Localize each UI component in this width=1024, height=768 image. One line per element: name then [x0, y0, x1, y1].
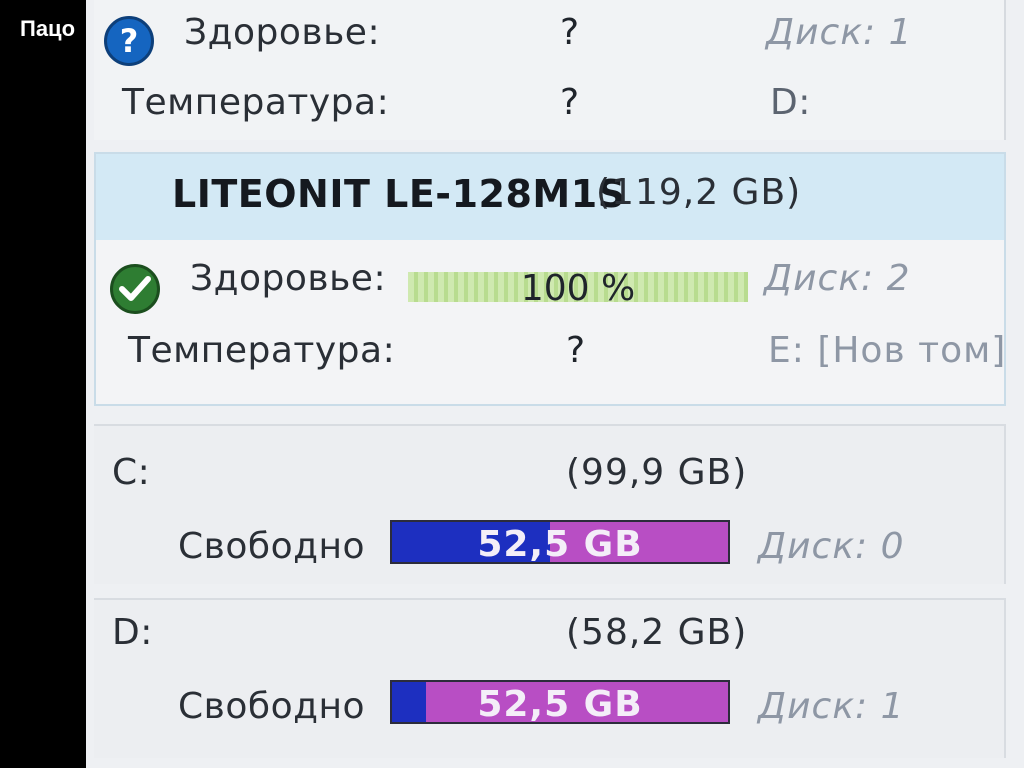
disk1-drive-letter: D: [770, 82, 811, 123]
screenshot-root: Пацо ? Здоровье: ? Диск: 1 Температура: … [0, 0, 1024, 768]
disk2-health-value: 100 % [520, 268, 636, 309]
volume-c-free-label: Свободно [178, 526, 366, 567]
volume-c-section[interactable]: C: (99,9 GB) Свободно 52,5 GB Диск: 0 [94, 424, 1006, 584]
disk2-temp-value: ? [566, 330, 586, 371]
volume-d-disk-label: Диск: 1 [758, 686, 905, 727]
disk2-model: LITEONIT LE-128M1S [172, 172, 626, 216]
disk1-health-label: Здоровье: [184, 12, 381, 53]
volume-d-letter: D: [112, 612, 153, 653]
disk2-temp-label: Температура: [128, 330, 396, 371]
volume-c-free-value: 52,5 GB [477, 524, 643, 564]
disk2-disk-label: Диск: 2 [764, 258, 911, 299]
question-icon: ? [104, 16, 154, 66]
disk2-capacity: (119,2 GB) [596, 172, 802, 213]
volume-c-free-bar: 52,5 GB [390, 520, 730, 564]
volume-d-free-bar: 52,5 GB [390, 680, 730, 724]
disk1-section: ? Здоровье: ? Диск: 1 Температура: ? D: [94, 0, 1006, 140]
volume-d-free-value: 52,5 GB [477, 684, 643, 724]
checkmark-icon [110, 264, 160, 314]
disk1-health-value: ? [560, 12, 580, 53]
disk1-temp-label: Температура: [122, 82, 390, 123]
disk1-temp-value: ? [560, 82, 580, 123]
volume-c-disk-label: Диск: 0 [758, 526, 905, 567]
volume-d-free-label: Свободно [178, 686, 366, 727]
volume-c-size: (99,9 GB) [566, 452, 748, 493]
volume-d-section[interactable]: D: (58,2 GB) Свободно 52,5 GB Диск: 1 [94, 598, 1006, 758]
disk1-disk-label: Диск: 1 [766, 12, 913, 53]
disk2-volume: E: [Нов том] [768, 330, 1007, 371]
volume-c-letter: C: [112, 452, 151, 493]
volume-d-size: (58,2 GB) [566, 612, 748, 653]
disk2-health-bar: 100 % [408, 268, 748, 309]
disk2-section[interactable]: LITEONIT LE-128M1S (119,2 GB) Здоровье: … [94, 152, 1006, 406]
disk2-health-label: Здоровье: [190, 258, 387, 299]
disk-info-panel: ? Здоровье: ? Диск: 1 Температура: ? D: … [86, 0, 1024, 768]
watermark: Пацо [20, 16, 76, 41]
